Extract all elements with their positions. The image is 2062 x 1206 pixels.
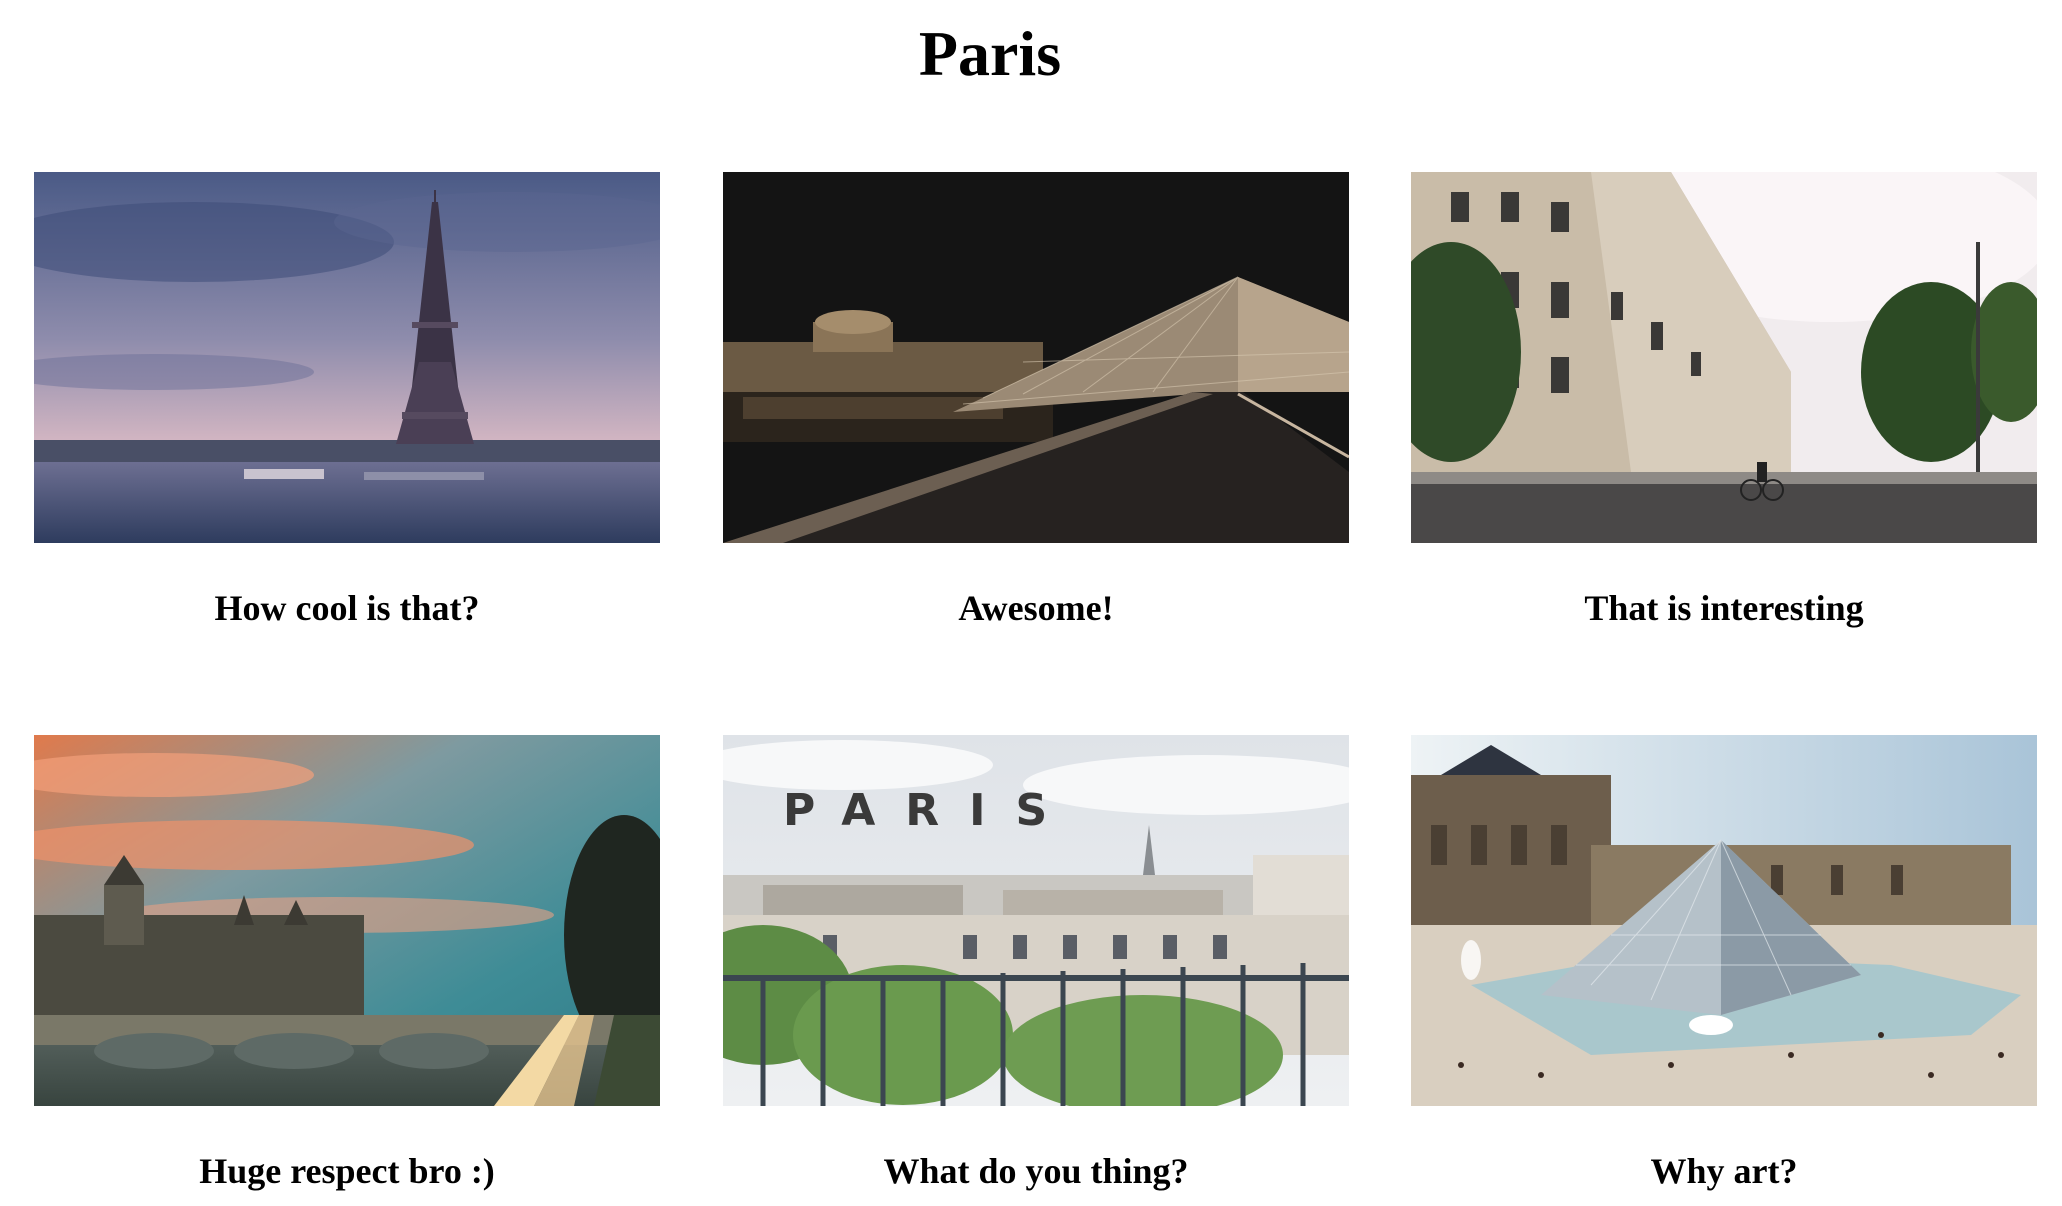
photo-caption: What do you thing?	[883, 1151, 1189, 1191]
louvre-day-photo	[1411, 735, 2037, 1106]
conciergerie-sunset-photo	[34, 735, 660, 1106]
photo-caption: That is interesting	[1584, 588, 1864, 628]
photo-caption: Huge respect bro :)	[199, 1151, 495, 1191]
paris-street-photo	[1411, 172, 2037, 543]
paris-rooftops-photo: PARIS	[723, 735, 1349, 1106]
eiffel-tower-photo	[34, 172, 660, 543]
photo-caption: How cool is that?	[214, 588, 480, 628]
photo-gallery: How cool is that? Awesome! That is inter…	[34, 172, 2038, 1206]
louvre-night-photo	[723, 172, 1349, 543]
photo-caption: Why art?	[1650, 1151, 1798, 1191]
paris-sign-text: PARIS	[783, 785, 1077, 836]
photo-caption: Awesome!	[958, 588, 1114, 628]
page-title: Paris	[918, 18, 1062, 89]
